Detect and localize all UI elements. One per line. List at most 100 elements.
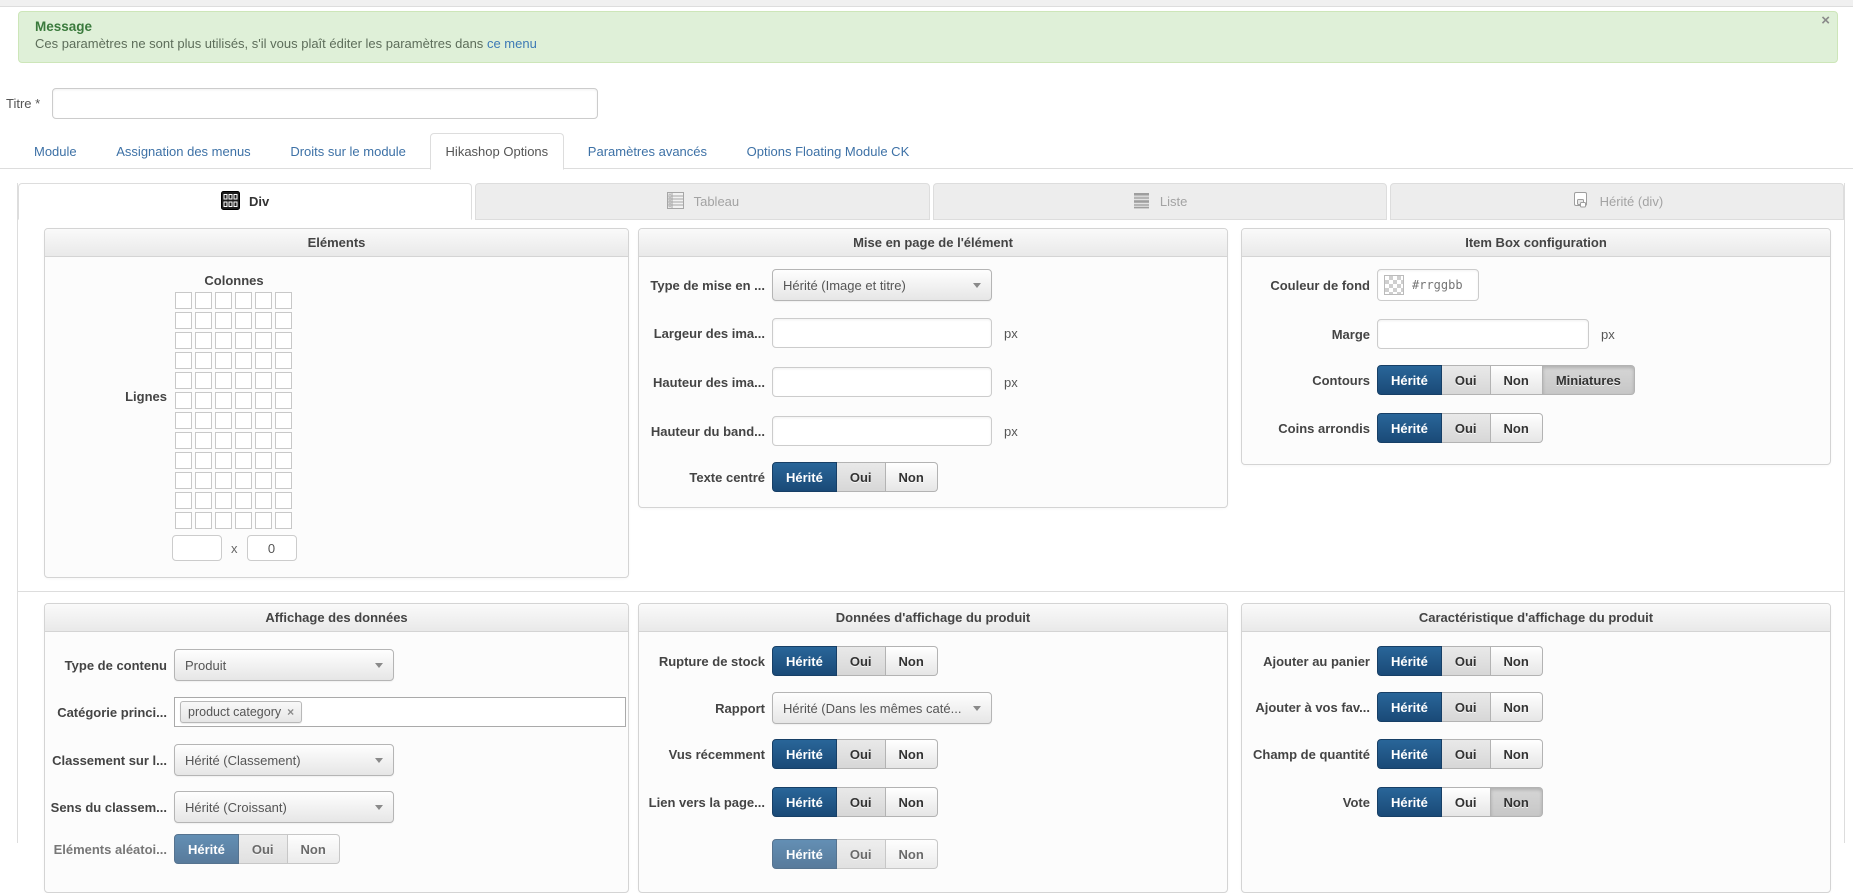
non-button[interactable]: Non	[1490, 739, 1543, 769]
oui-button[interactable]: Oui	[1441, 413, 1491, 443]
grid-checkbox[interactable]	[275, 312, 292, 329]
grid-checkbox[interactable]	[175, 452, 192, 469]
non-button[interactable]: Non	[1490, 365, 1543, 395]
grid-checkbox[interactable]	[175, 332, 192, 349]
image-width-input[interactable]	[772, 318, 992, 348]
grid-checkbox[interactable]	[255, 452, 272, 469]
grid-checkbox[interactable]	[195, 332, 212, 349]
herite-button[interactable]: Hérité	[772, 739, 837, 769]
grid-checkbox[interactable]	[235, 312, 252, 329]
grid-checkbox[interactable]	[195, 312, 212, 329]
non-button[interactable]: Non	[885, 646, 938, 676]
non-button[interactable]: Non	[1490, 646, 1543, 676]
bg-color-input[interactable]	[1410, 277, 1474, 293]
herite-button[interactable]: Hérité	[772, 787, 837, 817]
non-button[interactable]: Non	[885, 787, 938, 817]
grid-checkbox[interactable]	[275, 412, 292, 429]
grid-checkbox[interactable]	[255, 512, 272, 529]
herite-button[interactable]: Hérité	[1377, 646, 1442, 676]
grid-checkbox[interactable]	[215, 512, 232, 529]
image-height-input[interactable]	[772, 367, 992, 397]
grid-checkbox[interactable]	[215, 492, 232, 509]
grid-checkbox[interactable]	[235, 352, 252, 369]
grid-checkbox[interactable]	[215, 312, 232, 329]
grid-checkbox[interactable]	[235, 452, 252, 469]
grid-checkbox[interactable]	[175, 512, 192, 529]
margin-input[interactable]	[1377, 319, 1589, 349]
grid-checkbox[interactable]	[175, 312, 192, 329]
non-button[interactable]: Non	[1490, 413, 1543, 443]
grid-checkbox[interactable]	[275, 332, 292, 349]
oui-button[interactable]: Oui	[1441, 646, 1491, 676]
grid-checkbox[interactable]	[175, 372, 192, 389]
grid-checkbox[interactable]	[275, 292, 292, 309]
grid-checkbox[interactable]	[215, 392, 232, 409]
report-select[interactable]: Hérité (Dans les mêmes caté...	[772, 692, 992, 724]
tab-advanced[interactable]: Paramètres avancés	[572, 133, 723, 170]
grid-checkbox[interactable]	[275, 392, 292, 409]
grid-checkbox[interactable]	[195, 432, 212, 449]
grid-checkbox[interactable]	[275, 512, 292, 529]
grid-checkbox[interactable]	[275, 372, 292, 389]
grid-checkbox[interactable]	[275, 432, 292, 449]
grid-checkbox[interactable]	[175, 352, 192, 369]
grid-checkbox[interactable]	[215, 352, 232, 369]
remove-tag-icon[interactable]: ×	[287, 705, 294, 719]
herite-button[interactable]: Hérité	[1377, 739, 1442, 769]
herite-button[interactable]: Hérité	[772, 462, 837, 492]
grid-checkbox[interactable]	[175, 392, 192, 409]
grid-checkbox[interactable]	[195, 492, 212, 509]
non-button[interactable]: Non	[1490, 692, 1543, 722]
tab-module[interactable]: Module	[18, 133, 93, 170]
grid-checkbox[interactable]	[275, 492, 292, 509]
herite-button[interactable]: Hérité	[1377, 413, 1442, 443]
grid-checkbox[interactable]	[175, 432, 192, 449]
grid-checkbox[interactable]	[215, 372, 232, 389]
oui-button[interactable]: Oui	[1441, 692, 1491, 722]
grid-checkbox[interactable]	[175, 472, 192, 489]
miniatures-button[interactable]: Miniatures	[1542, 365, 1635, 395]
grid-checkbox[interactable]	[215, 332, 232, 349]
grid-checkbox[interactable]	[255, 492, 272, 509]
herite-button[interactable]: Hérité	[174, 834, 239, 864]
close-icon[interactable]: ×	[1821, 13, 1830, 28]
grid-checkbox[interactable]	[255, 292, 272, 309]
columns-count-input[interactable]	[172, 535, 222, 561]
oui-button[interactable]: Oui	[836, 839, 886, 869]
grid-checkbox[interactable]	[235, 512, 252, 529]
oui-button[interactable]: Oui	[836, 462, 886, 492]
grid-checkbox[interactable]	[255, 352, 272, 369]
content-type-select[interactable]: Produit	[174, 649, 394, 681]
ce-menu-link[interactable]: ce menu	[487, 36, 537, 51]
grid-checkbox[interactable]	[255, 332, 272, 349]
grid-checkbox[interactable]	[255, 392, 272, 409]
grid-checkbox[interactable]	[255, 372, 272, 389]
grid-checkbox[interactable]	[215, 432, 232, 449]
oui-button[interactable]: Oui	[836, 646, 886, 676]
grid-checkbox[interactable]	[235, 372, 252, 389]
grid-checkbox[interactable]	[275, 452, 292, 469]
grid-checkbox[interactable]	[255, 412, 272, 429]
grid-checkbox[interactable]	[215, 412, 232, 429]
grid-checkbox[interactable]	[255, 312, 272, 329]
grid-checkbox[interactable]	[235, 292, 252, 309]
oui-button[interactable]: Oui	[1441, 739, 1491, 769]
grid-checkbox[interactable]	[195, 292, 212, 309]
grid-checkbox[interactable]	[175, 292, 192, 309]
grid-checkbox[interactable]	[235, 492, 252, 509]
oui-button[interactable]: Oui	[836, 739, 886, 769]
grid-checkbox[interactable]	[275, 472, 292, 489]
non-button[interactable]: Non	[1490, 787, 1543, 817]
herite-button[interactable]: Hérité	[1377, 365, 1442, 395]
oui-button[interactable]: Oui	[1441, 787, 1491, 817]
grid-checkbox[interactable]	[255, 472, 272, 489]
grid-checkbox[interactable]	[195, 512, 212, 529]
title-input[interactable]	[52, 88, 598, 119]
tab-div[interactable]: Div	[18, 183, 473, 220]
tab-herite-div[interactable]: Hérité (div)	[1389, 183, 1844, 220]
grid-checkbox[interactable]	[235, 392, 252, 409]
herite-button[interactable]: Hérité	[1377, 787, 1442, 817]
tab-module-permissions[interactable]: Droits sur le module	[274, 133, 422, 170]
grid-checkbox[interactable]	[175, 412, 192, 429]
non-button[interactable]: Non	[287, 834, 340, 864]
